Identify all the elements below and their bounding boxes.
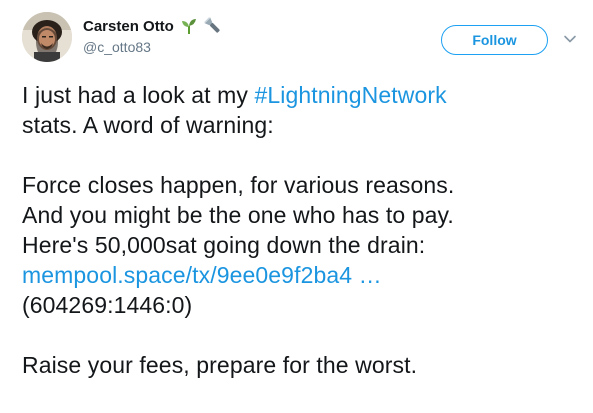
tweet-text: I just had a look at my #LightningNetwor…: [22, 80, 582, 380]
handle[interactable]: @c_otto83: [83, 39, 222, 55]
tweet-card: Carsten Otto @c_otto83 Follow I just had…: [0, 0, 593, 413]
display-name[interactable]: Carsten Otto: [83, 18, 174, 35]
tweet-line: And you might be the one who has to pay.: [22, 202, 454, 228]
tweet-line: Raise your fees, prepare for the worst.: [22, 352, 418, 378]
hashtag-link[interactable]: #LightningNetwork: [255, 82, 447, 108]
seedling-icon: [180, 17, 198, 35]
name-row: Carsten Otto: [83, 15, 222, 37]
tweet-line-text: I just had a look at my: [22, 82, 255, 108]
tweet-line: stats. A word of warning:: [22, 112, 274, 138]
avatar[interactable]: [22, 12, 72, 62]
tweet-line: (604269:1446:0): [22, 292, 193, 318]
tweet-line: I just had a look at my #LightningNetwor…: [22, 80, 582, 110]
chevron-down-icon[interactable]: [563, 32, 577, 46]
tx-link[interactable]: mempool.space/tx/9ee0e9f2ba4: [22, 262, 352, 288]
author-block: Carsten Otto @c_otto83: [83, 15, 222, 55]
flashlight-icon: [204, 17, 222, 35]
tweet-line: Here's 50,000sat going down the drain:: [22, 232, 426, 258]
link-ellipsis[interactable]: …: [352, 262, 382, 288]
follow-button[interactable]: Follow: [441, 25, 548, 55]
tweet-line: Force closes happen, for various reasons…: [22, 172, 455, 198]
tweet-line: mempool.space/tx/9ee0e9f2ba4 …: [22, 260, 582, 290]
